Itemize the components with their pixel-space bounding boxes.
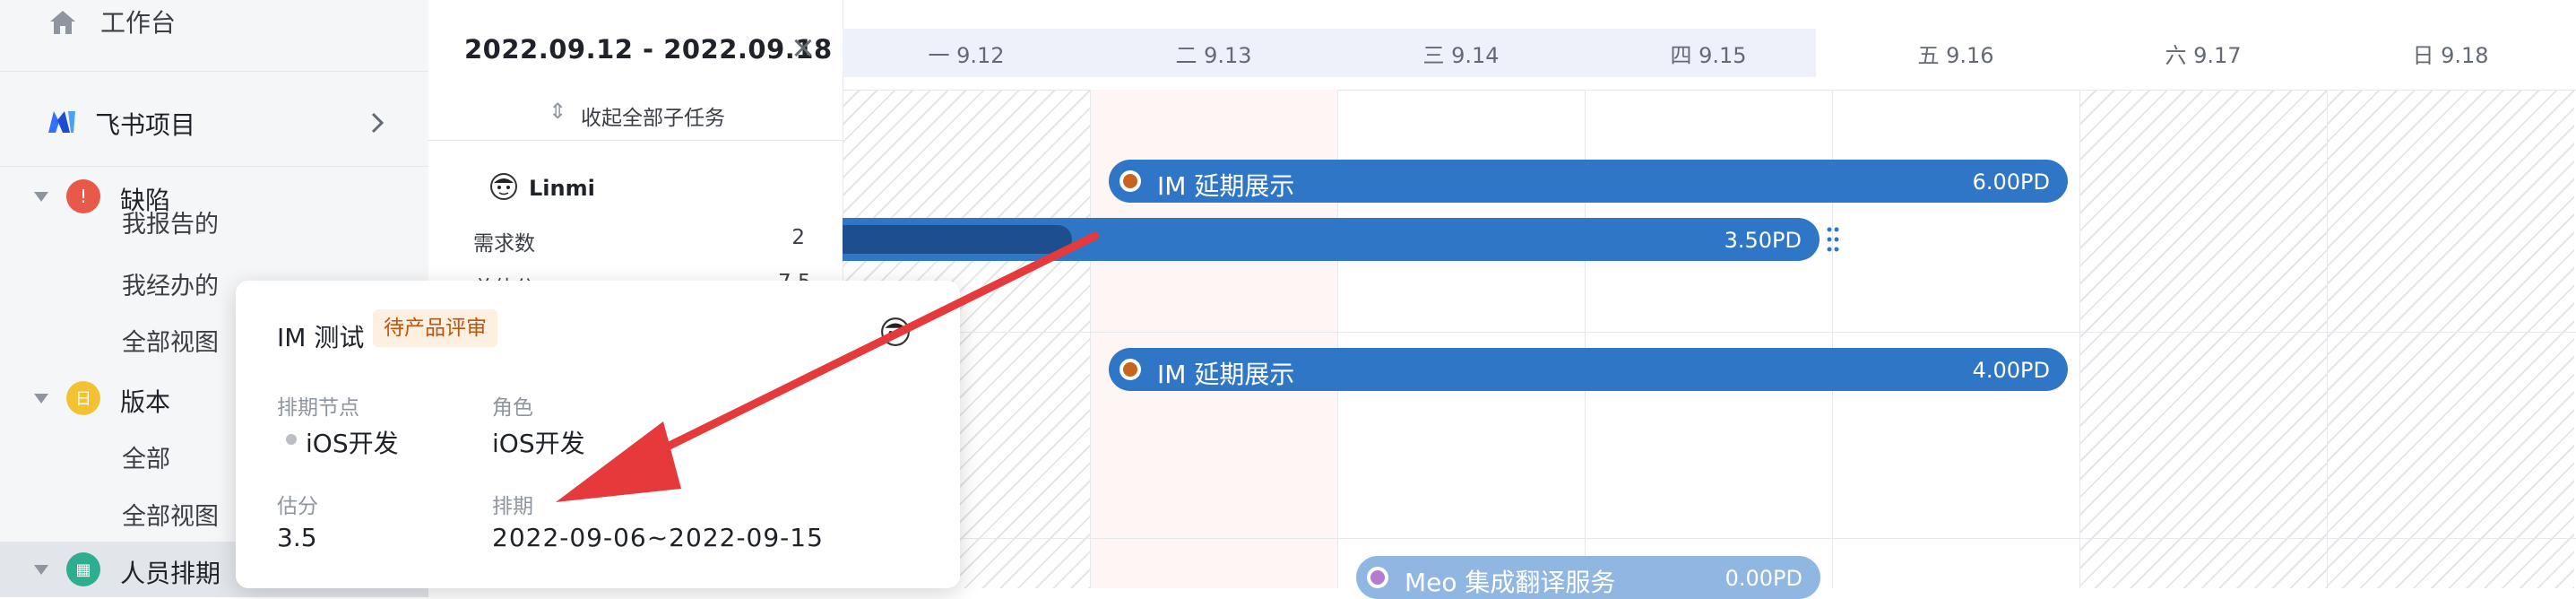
annotation-arrow [556, 231, 1100, 502]
